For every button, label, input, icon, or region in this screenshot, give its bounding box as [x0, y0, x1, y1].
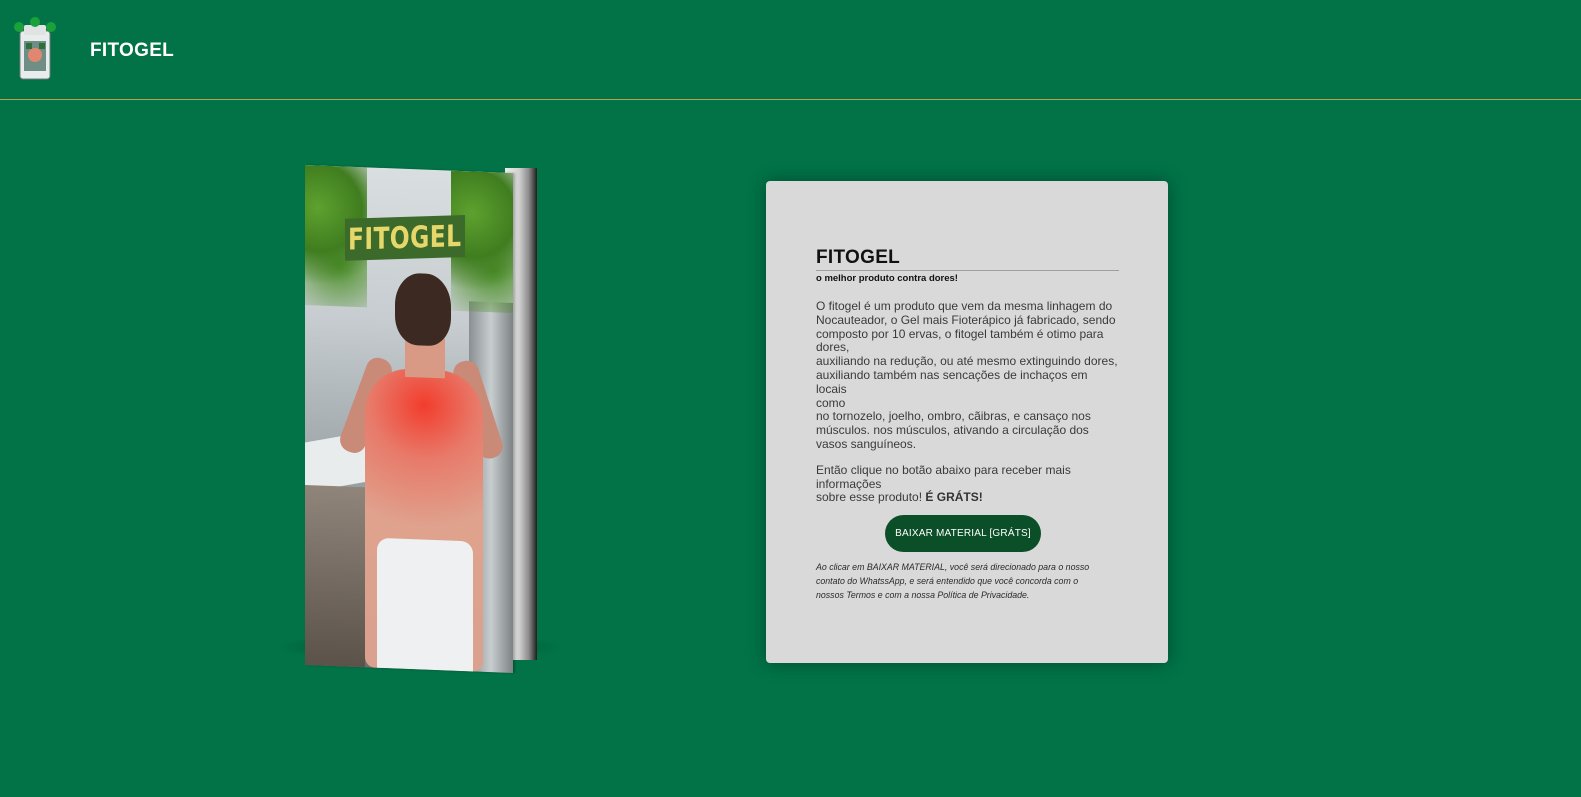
brand-name[interactable]: FITOGEL [90, 40, 174, 62]
card-cta-text: Então clique no botão abaixo para recebe… [816, 462, 1119, 505]
card-description: O fitogel é um produto que vem da mesma … [816, 299, 1119, 452]
cover-title-band: FITOGEL [345, 214, 465, 261]
privacy-disclaimer: Ao clicar em BAIXAR MATERIAL, você será … [816, 561, 1121, 602]
cta-line-last: sobre esse produto! É GRÁTS! [816, 490, 1119, 505]
site-header: FITOGEL [0, 0, 1581, 100]
description-line: vasos sanguíneos. [816, 436, 917, 451]
ebook-mockup: FITOGEL [275, 160, 575, 673]
cta-free-emphasis: É GRÁTS! [925, 490, 983, 505]
cover-title: FITOGEL [348, 218, 462, 258]
product-jar-logo-icon[interactable] [12, 17, 58, 83]
download-material-button[interactable]: BAIXAR MATERIAL [GRÁTS] [885, 515, 1041, 552]
description-line: Nocauteador, o Gel mais Fioterápico já f… [816, 312, 1116, 327]
disclaimer-line: contato do WhatssApp, e será entendido q… [816, 575, 1079, 586]
card-subtitle: o melhor produto contra dores! [816, 273, 958, 284]
description-line: auxiliando também nas sencações de incha… [816, 367, 1088, 396]
description-line: como [816, 395, 846, 410]
cover-kitchen-cabinet [305, 485, 365, 668]
disclaimer-line: nossos Termos e com a nossa Política de … [816, 589, 1030, 600]
description-line: composto por 10 ervas, o fitogel também … [816, 326, 1104, 341]
description-line: dores, [816, 340, 850, 355]
description-line: no tornozelo, joelho, ombro, cãibras, e … [816, 409, 1091, 424]
ebook-cover-image: FITOGEL [305, 165, 513, 673]
description-line: auxiliando na redução, ou até mesmo exti… [816, 354, 1118, 369]
cover-woman-top [377, 537, 473, 672]
card-content: FITOGEL o melhor produto contra dores! O… [816, 247, 1119, 505]
cta-line: Então clique no botão abaixo para recebe… [816, 462, 1071, 477]
card-title: FITOGEL [816, 247, 1119, 271]
info-card: FITOGEL o melhor produto contra dores! O… [766, 181, 1168, 663]
cta-prefix: sobre esse produto! [816, 490, 926, 505]
disclaimer-line: Ao clicar em BAIXAR MATERIAL, você será … [816, 562, 1090, 572]
cover-woman-hair [395, 272, 451, 347]
description-line: músculos. nos músculos, ativando a circu… [816, 423, 1089, 438]
description-line: O fitogel é um produto que vem da mesma … [816, 299, 1113, 313]
